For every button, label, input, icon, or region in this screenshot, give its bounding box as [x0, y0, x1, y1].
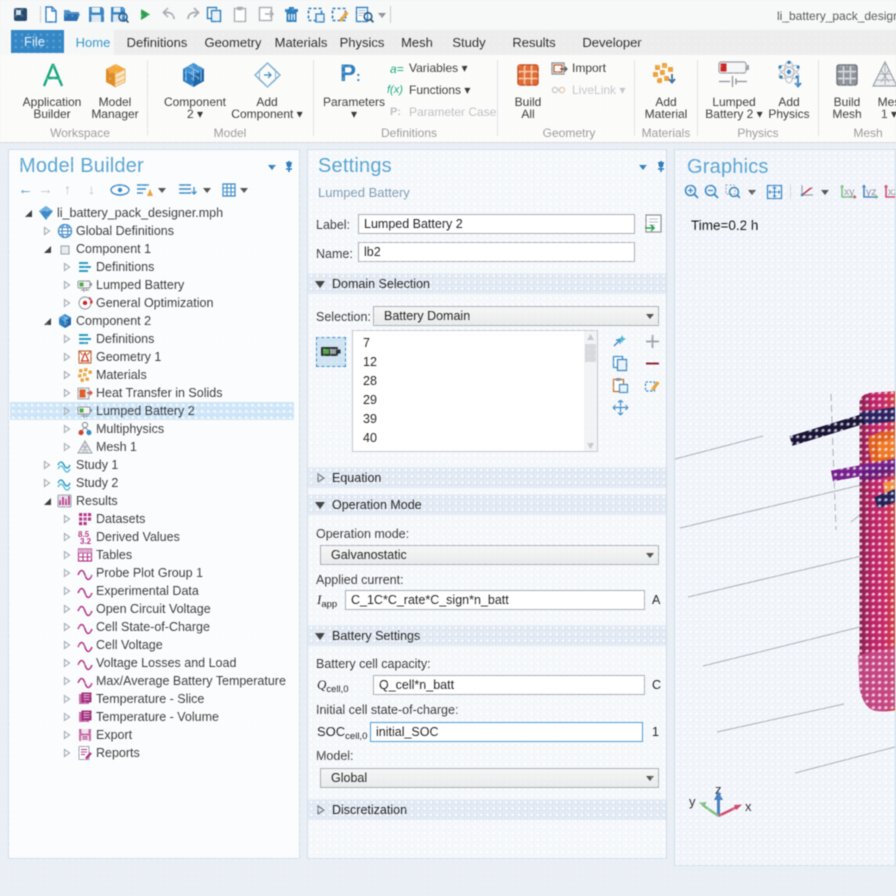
svg-text:3.2: 3.2	[80, 537, 92, 545]
svg-text:x: x	[745, 799, 752, 814]
svg-text:y: y	[689, 794, 696, 809]
